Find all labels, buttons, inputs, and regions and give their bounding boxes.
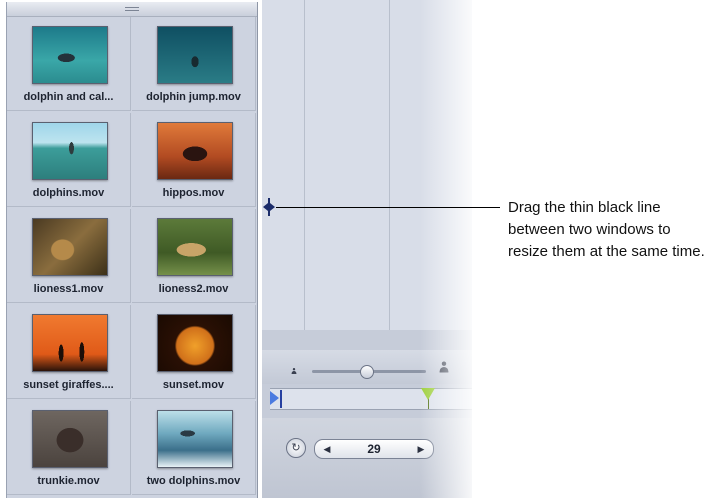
clip-item[interactable]: lioness2.mov <box>132 209 256 303</box>
resize-handle-icon[interactable] <box>263 198 275 216</box>
callout-text: Drag the thin black line between two win… <box>508 199 705 260</box>
clip-label: lioness2.mov <box>158 283 229 295</box>
clip-label: two dolphins.mov <box>146 475 241 487</box>
clip-label: sunset.mov <box>162 379 225 391</box>
clip-label: lioness1.mov <box>33 283 104 295</box>
clip-item[interactable]: dolphin and cal... <box>7 17 131 111</box>
clip-item[interactable]: sunset.mov <box>132 305 256 399</box>
grip-line <box>125 10 139 11</box>
clip-thumbnail[interactable] <box>32 122 108 180</box>
clip-item[interactable]: hippos.mov <box>132 113 256 207</box>
in-point-bar <box>280 390 282 408</box>
clip-item[interactable]: dolphin jump.mov <box>132 17 256 111</box>
zoom-slider-thumb[interactable] <box>359 365 374 379</box>
clip-thumbnail[interactable] <box>157 218 233 276</box>
clip-thumbnail[interactable] <box>157 26 233 84</box>
clip-thumbnail[interactable] <box>157 122 233 180</box>
clip-label: dolphins.mov <box>32 187 105 199</box>
grip-line <box>125 7 139 8</box>
loop-icon[interactable]: ↻ <box>286 438 306 458</box>
clip-item[interactable]: sunset giraffes.... <box>7 305 131 399</box>
small-person-icon <box>291 368 297 374</box>
clip-thumbnail[interactable] <box>32 410 108 468</box>
clip-label: sunset giraffes.... <box>23 379 114 391</box>
clip-label: dolphin jump.mov <box>146 91 241 103</box>
clip-label: trunkie.mov <box>37 475 100 487</box>
panel-grab-handle[interactable] <box>7 2 257 17</box>
grid-divider <box>304 0 305 330</box>
clip-item[interactable]: dolphins.mov <box>7 113 131 207</box>
clip-thumbnail[interactable] <box>32 314 108 372</box>
clip-label: hippos.mov <box>162 187 225 199</box>
zoom-slider[interactable] <box>312 365 426 379</box>
frame-stepper[interactable]: ◀ 29 ▶ <box>314 439 434 459</box>
clip-thumbnail[interactable] <box>32 218 108 276</box>
callout-line <box>276 207 500 208</box>
grid-divider <box>389 0 390 330</box>
clip-label: dolphin and cal... <box>23 91 114 103</box>
clip-thumbnail[interactable] <box>32 26 108 84</box>
clip-item[interactable]: trunkie.mov <box>7 401 131 495</box>
clip-item[interactable]: lioness1.mov <box>7 209 131 303</box>
clip-item[interactable]: two dolphins.mov <box>132 401 256 495</box>
media-browser-panel: dolphin and cal... dolphin jump.mov dolphi… <box>6 2 258 498</box>
start-marker-icon[interactable] <box>270 391 279 405</box>
right-edge-fade <box>420 0 480 498</box>
clip-thumbnail[interactable] <box>157 314 233 372</box>
clip-thumbnail[interactable] <box>157 410 233 468</box>
